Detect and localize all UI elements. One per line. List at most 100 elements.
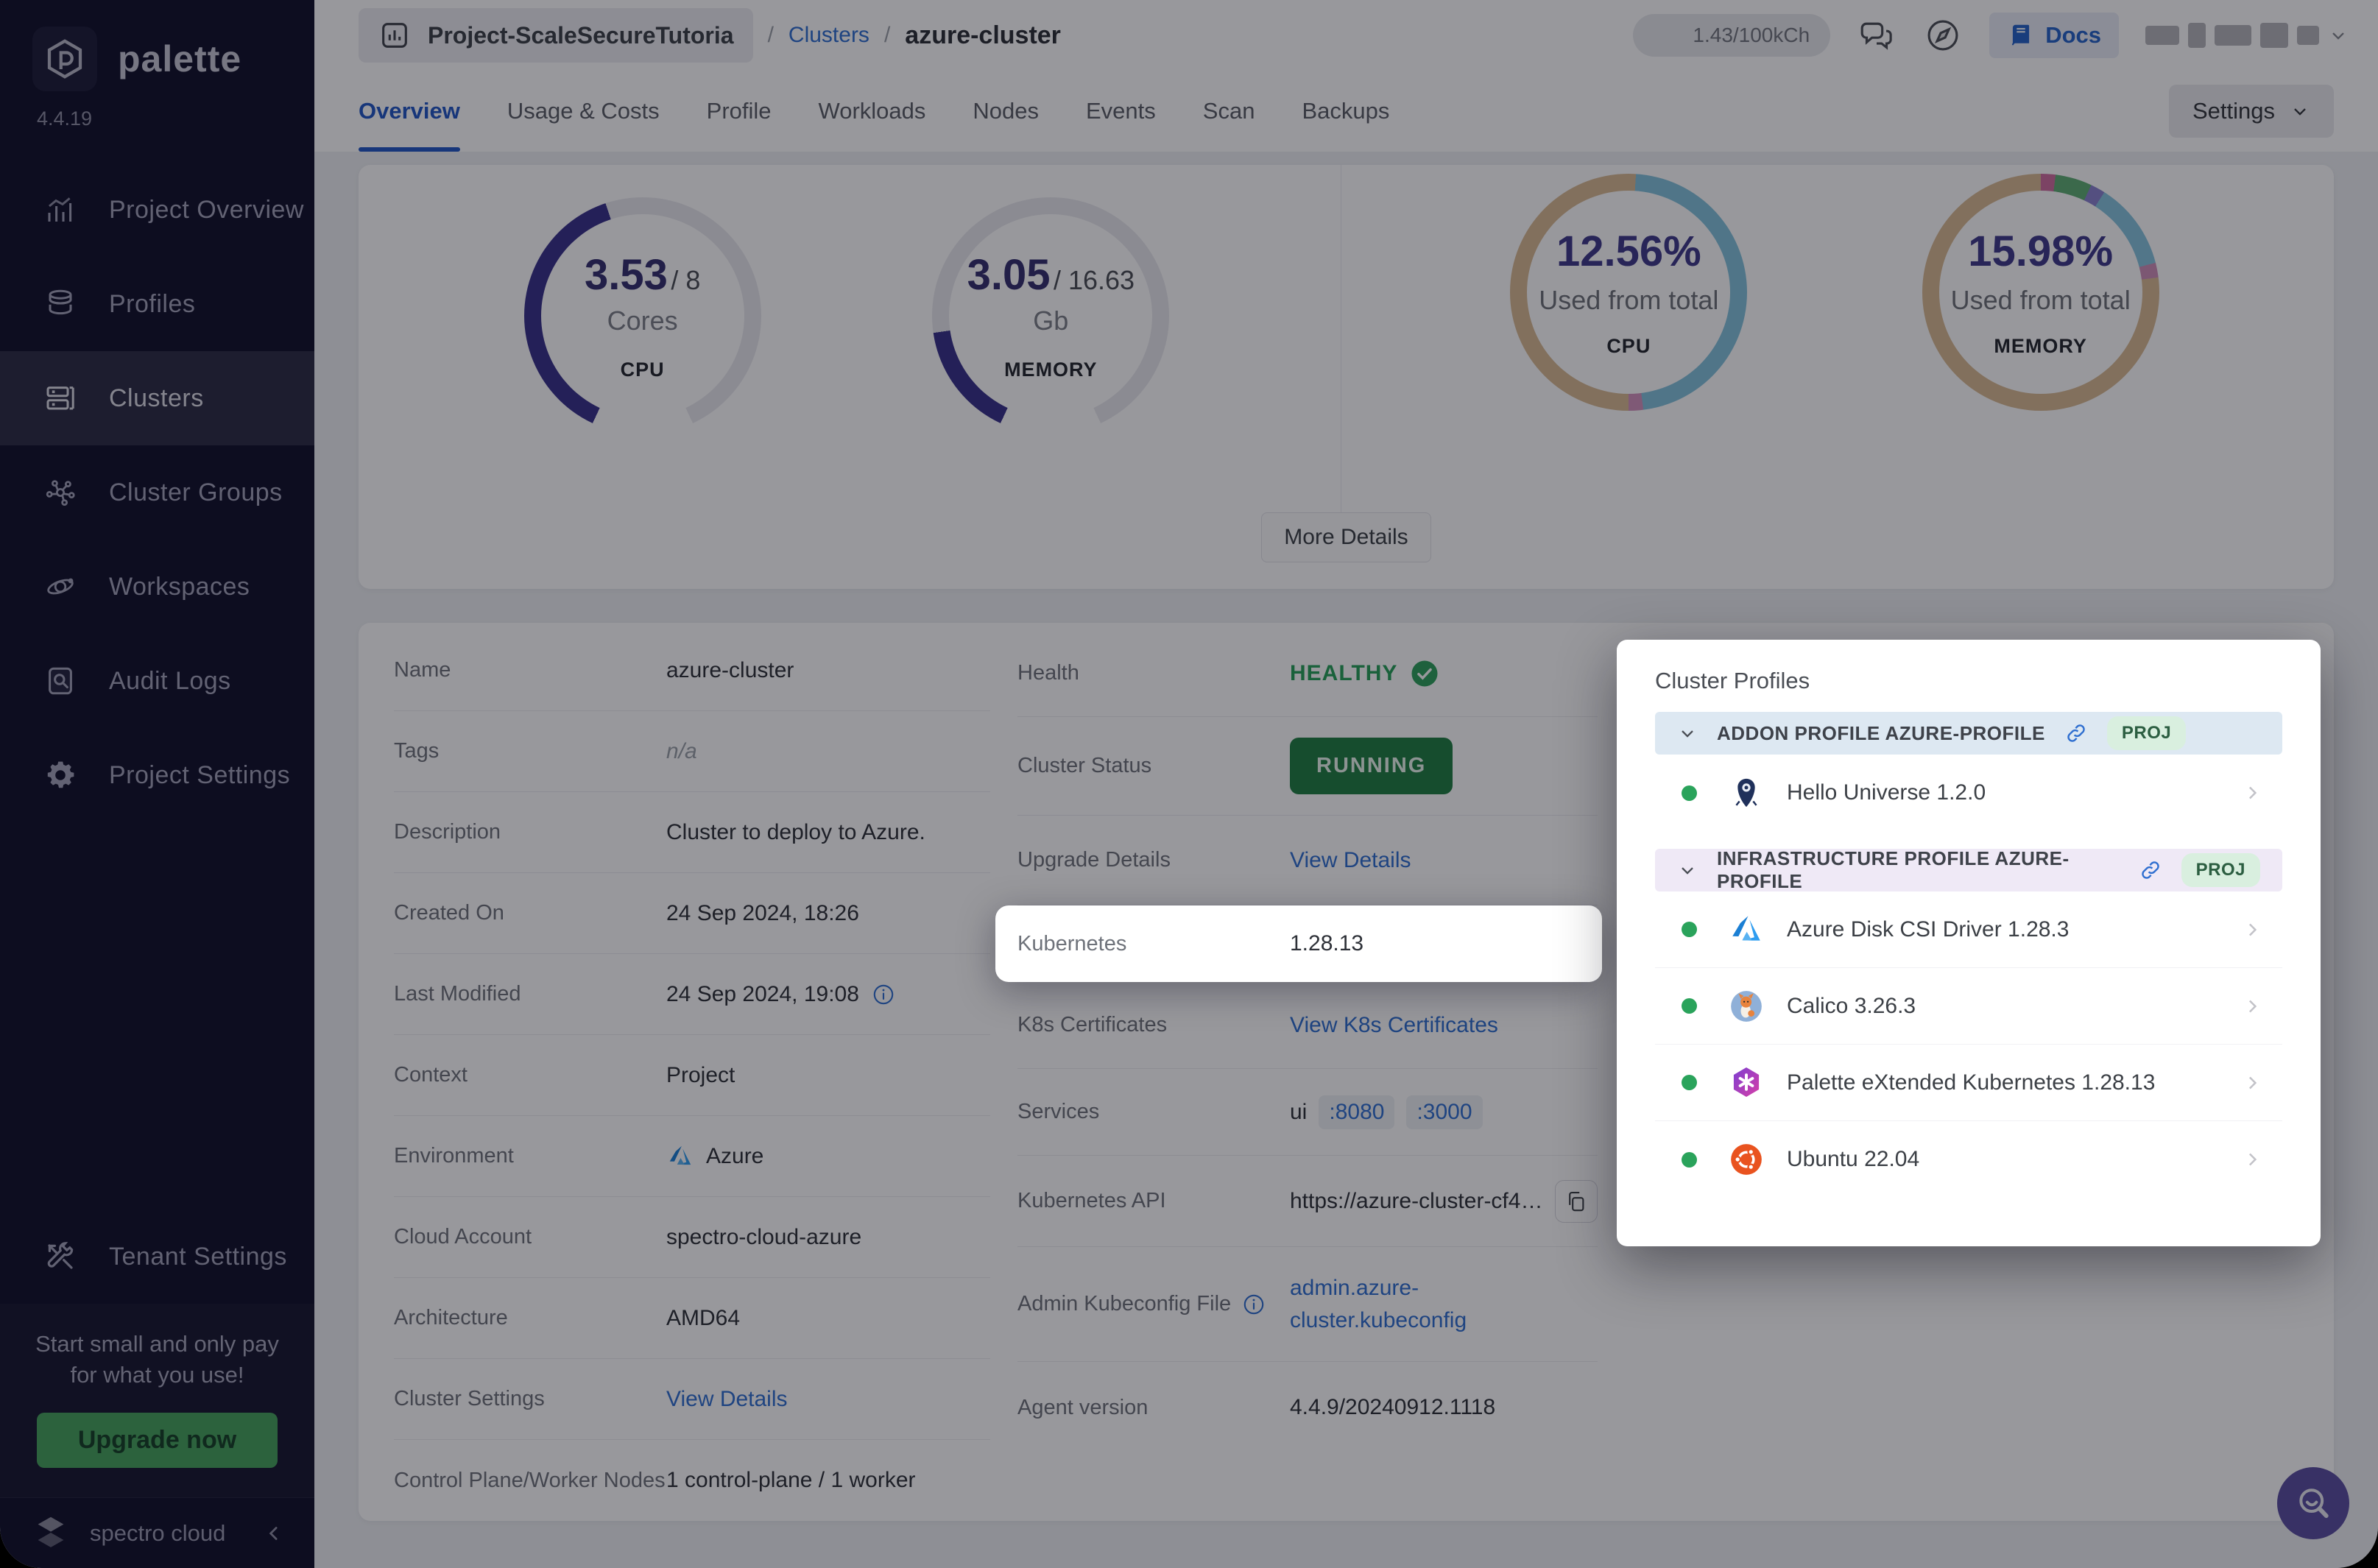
profile-section-header[interactable]: ADDON PROFILE AZURE-PROFILE PROJ: [1655, 712, 2282, 755]
breadcrumb-clusters-link[interactable]: Clusters: [788, 23, 869, 48]
memory-total-value: / 16.63: [1053, 265, 1135, 295]
sidebar-collapse-button[interactable]: [263, 1522, 285, 1544]
memory-ring-label: MEMORY: [1994, 335, 2087, 357]
row-value: 4.4.9/20240912.1118: [1290, 1395, 1496, 1419]
info-icon: [1241, 1292, 1266, 1317]
detail-row-kubernetes-api: Kubernetes API https://azure-cluster-cf42…: [1017, 1156, 1598, 1247]
tabs-list: Overview Usage & Costs Profile Workloads Nod…: [359, 71, 1389, 152]
sidebar-item-tenant-settings[interactable]: Tenant Settings: [0, 1209, 314, 1304]
sidebar-item-label: Cluster Groups: [109, 478, 283, 506]
row-label: Upgrade Details: [1017, 848, 1171, 872]
row-value: 1 control-plane / 1 worker: [666, 1468, 916, 1492]
upgrade-details-link[interactable]: View Details: [1290, 848, 1411, 873]
docs-button[interactable]: Docs: [1989, 13, 2119, 58]
sidebar-item-project-settings[interactable]: Project Settings: [0, 728, 314, 822]
spectro-cloud-label: spectro cloud: [90, 1519, 226, 1546]
chevron-down-icon: [1677, 723, 1698, 744]
tab-backups[interactable]: Backups: [1302, 71, 1389, 152]
tab-scan[interactable]: Scan: [1203, 71, 1255, 152]
memory-used-percent: 15.98%: [1968, 227, 2114, 275]
row-label: Services: [1017, 1100, 1100, 1123]
cpu-ring-label: CPU: [1606, 335, 1651, 357]
more-details-button[interactable]: More Details: [1261, 512, 1431, 562]
memory-used-value: 3.05: [967, 251, 1051, 299]
info-icon: [871, 982, 896, 1007]
sidebar-item-clusters[interactable]: Clusters: [0, 351, 314, 445]
row-value: 24 Sep 2024, 19:08: [666, 981, 859, 1006]
k8s-certificates-link[interactable]: View K8s Certificates: [1290, 1013, 1498, 1038]
memory-gauge: 3.05 / 16.63 Gb MEMORY: [932, 197, 1175, 512]
detail-row-k8s-certificates: K8s Certificates View K8s Certificates: [1017, 982, 1598, 1069]
chevron-right-icon: [2241, 1148, 2263, 1170]
tools-icon: [43, 1239, 78, 1274]
profile-pack-azure-disk-csi-driver-1-28-3[interactable]: Azure Disk CSI Driver 1.28.3: [1655, 891, 2282, 968]
row-label: Name: [394, 658, 451, 682]
profile-pack-hello-universe-1-2-0[interactable]: Hello Universe 1.2.0: [1655, 755, 2282, 831]
profile-pack-ubuntu-22-04[interactable]: Ubuntu 22.04: [1655, 1121, 2282, 1198]
row-label: Description: [394, 820, 501, 844]
row-label: Health: [1017, 661, 1079, 685]
tab-nodes[interactable]: Nodes: [973, 71, 1039, 152]
sidebar-item-label: Clusters: [109, 384, 204, 412]
tab-usage-costs[interactable]: Usage & Costs: [507, 71, 660, 152]
detail-row-cluster-status: Cluster Status RUNNING: [1017, 717, 1598, 816]
memory-unit: Gb: [1033, 306, 1069, 336]
sidebar-item-label: Tenant Settings: [109, 1242, 287, 1271]
tab-workloads[interactable]: Workloads: [819, 71, 926, 152]
search-fab-button[interactable]: [2277, 1467, 2349, 1539]
palette-logo-icon: [32, 27, 97, 91]
row-label: K8s Certificates: [1017, 1013, 1168, 1036]
project-selector[interactable]: Project-ScaleSecureTutoria: [359, 8, 753, 63]
user-account-redacted[interactable]: [2145, 23, 2349, 48]
azure-icon: [666, 1143, 694, 1170]
sidebar-item-cluster-groups[interactable]: Cluster Groups: [0, 445, 314, 540]
azure-logo: [1728, 911, 1765, 948]
profile-pack-palette-extended-kubernetes-1-28-13[interactable]: Palette eXtended Kubernetes 1.28.13: [1655, 1045, 2282, 1121]
pack-name: Hello Universe 1.2.0: [1787, 780, 1986, 805]
profile-pack-calico-3-26-3[interactable]: Calico 3.26.3: [1655, 968, 2282, 1045]
detail-row-kubernetes: Kubernetes 1.28.13: [995, 905, 1602, 982]
tab-profile[interactable]: Profile: [707, 71, 772, 152]
promo-line2: for what you use!: [70, 1362, 244, 1388]
breadcrumb-current-cluster: azure-cluster: [905, 21, 1061, 49]
upgrade-now-button[interactable]: Upgrade now: [36, 1413, 278, 1468]
service-port-link[interactable]: :8080: [1319, 1095, 1395, 1129]
cpu-used-percent: 12.56%: [1556, 227, 1701, 275]
spectro-cloud-logo-icon: [29, 1512, 72, 1555]
settings-button[interactable]: Settings: [2168, 85, 2334, 138]
search-icon: [2299, 1488, 2329, 1519]
sidebar-item-profiles[interactable]: Profiles: [0, 257, 314, 351]
view-details-link[interactable]: View Details: [666, 1387, 788, 1412]
detail-row-agent-version: Agent version 4.4.9/20240912.1118: [1017, 1362, 1598, 1453]
cpu-gauge: 3.53 / 8 Cores CPU: [523, 197, 767, 512]
chevron-right-icon: [2241, 782, 2263, 804]
tab-events[interactable]: Events: [1086, 71, 1156, 152]
details-left-column: Name azure-cluster Tags n/a Description …: [394, 630, 990, 1521]
sidebar-tenant-section: Tenant Settings Start small and only pay…: [0, 1209, 314, 1568]
profile-section: INFRASTRUCTURE PROFILE AZURE-PROFILE PRO…: [1655, 847, 2282, 1198]
sidebar-item-project-overview[interactable]: Project Overview: [0, 163, 314, 257]
cluster-profiles-title: Cluster Profiles: [1655, 668, 1810, 693]
server-icon: [43, 381, 78, 416]
ubuntu-logo: [1728, 1141, 1765, 1178]
chat-icon[interactable]: [1857, 15, 1897, 55]
audit-doc-icon: [43, 663, 78, 699]
tab-overview[interactable]: Overview: [359, 71, 460, 152]
profile-section-rows: Azure Disk CSI Driver 1.28.3 Calico 3.26…: [1655, 891, 2282, 1198]
sidebar-item-workspaces[interactable]: Workspaces: [0, 540, 314, 634]
overview-card: 3.53 / 8 Cores CPU 3.05 / 16.63 Gb MEMOR…: [359, 165, 2334, 589]
profile-section-header[interactable]: INFRASTRUCTURE PROFILE AZURE-PROFILE PRO…: [1655, 847, 2282, 892]
detail-row-context: Context Project: [394, 1035, 990, 1116]
profile-section-title: INFRASTRUCTURE PROFILE AZURE-PROFILE: [1717, 847, 2070, 892]
compass-icon[interactable]: [1923, 15, 1963, 55]
copy-api-url-button[interactable]: [1555, 1179, 1598, 1223]
bar-chart-icon: [43, 192, 78, 227]
settings-label: Settings: [2192, 98, 2275, 124]
usage-quota-pill: 1.43/100kCh: [1633, 14, 1831, 57]
sidebar-item-audit-logs[interactable]: Audit Logs: [0, 634, 314, 728]
kubeconfig-file-link[interactable]: admin.azure-cluster.kubeconfig: [1290, 1272, 1533, 1336]
sidebar-item-label: Profiles: [109, 289, 196, 318]
sidebar-item-label: Audit Logs: [109, 666, 231, 695]
brand-name: palette: [118, 38, 242, 80]
service-port-link[interactable]: :3000: [1406, 1095, 1483, 1129]
